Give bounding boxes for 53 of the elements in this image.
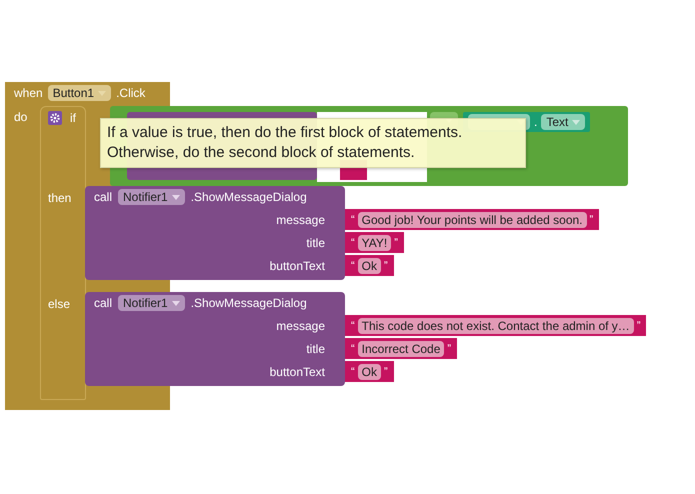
quote-mark: ” <box>447 342 452 354</box>
call-block[interactable]: call Notifier1 .ShowMessageDialog message title buttonText <box>85 292 345 386</box>
quote-mark: “ <box>351 260 355 272</box>
if-label: if <box>70 111 76 125</box>
quote-mark: “ <box>351 366 355 378</box>
quote-mark: ” <box>590 214 594 226</box>
string-value[interactable]: Ok <box>358 258 382 274</box>
else-label: else <box>48 297 70 311</box>
property-dropdown[interactable]: Text <box>541 114 586 130</box>
argument-label: title <box>306 342 325 356</box>
quote-mark: ” <box>384 260 388 272</box>
caret-icon <box>98 90 106 96</box>
quote-mark: ” <box>394 236 398 248</box>
string-value[interactable]: Ok <box>358 364 382 380</box>
quote-mark: “ <box>351 320 355 332</box>
tooltip: If a value is true, then do the first block of statements. Otherwise, do the second block of statements. <box>100 118 526 168</box>
caret-icon <box>172 194 180 200</box>
argument-label: message <box>276 212 325 226</box>
quote-mark: “ <box>351 214 355 226</box>
quote-mark: “ <box>351 236 355 248</box>
call-label: call <box>94 296 112 310</box>
string-value[interactable]: YAY! <box>358 234 392 250</box>
argument-label: buttonText <box>270 364 325 378</box>
string-block[interactable]: “ Incorrect Code ” <box>345 338 458 359</box>
caret-icon <box>172 300 180 306</box>
call-label: call <box>94 190 112 204</box>
string-block[interactable]: “ Ok ” <box>345 255 394 276</box>
caret-icon <box>572 120 580 124</box>
when-label: when <box>14 86 43 100</box>
argument-label: message <box>276 318 325 332</box>
string-block[interactable]: “ Ok ” <box>345 361 394 382</box>
argument-label: buttonText <box>270 258 325 272</box>
do-label: do <box>14 110 28 124</box>
gear-icon[interactable] <box>48 111 62 125</box>
argument-label: title <box>306 236 325 250</box>
dot-label: . <box>534 115 538 129</box>
string-value[interactable]: This code does not exist. Contact the admin of y… <box>358 318 634 334</box>
quote-mark: ” <box>384 366 388 378</box>
method-label: .ShowMessageDialog <box>190 190 307 204</box>
method-label: .ShowMessageDialog <box>190 296 307 310</box>
quote-mark: ” <box>636 320 640 332</box>
component-dropdown[interactable]: Notifier1 <box>118 189 185 205</box>
string-value[interactable]: Good job! Your points will be added soon. <box>358 212 586 228</box>
component-dropdown[interactable]: Button1 <box>48 85 112 101</box>
string-block[interactable]: “ This code does not exist. Contact the admin of y… ” <box>345 315 646 336</box>
string-value[interactable]: Incorrect Code <box>358 340 444 356</box>
string-block[interactable]: “ Good job! Your points will be added soon. ” <box>345 209 600 230</box>
component-dropdown[interactable]: Notifier1 <box>118 295 185 311</box>
quote-mark: “ <box>351 342 355 354</box>
then-label: then <box>48 191 72 205</box>
call-block[interactable]: call Notifier1 .ShowMessageDialog message title buttonText <box>85 186 345 280</box>
event-label: .Click <box>116 86 146 100</box>
string-block[interactable]: “ YAY! ” <box>345 232 404 253</box>
